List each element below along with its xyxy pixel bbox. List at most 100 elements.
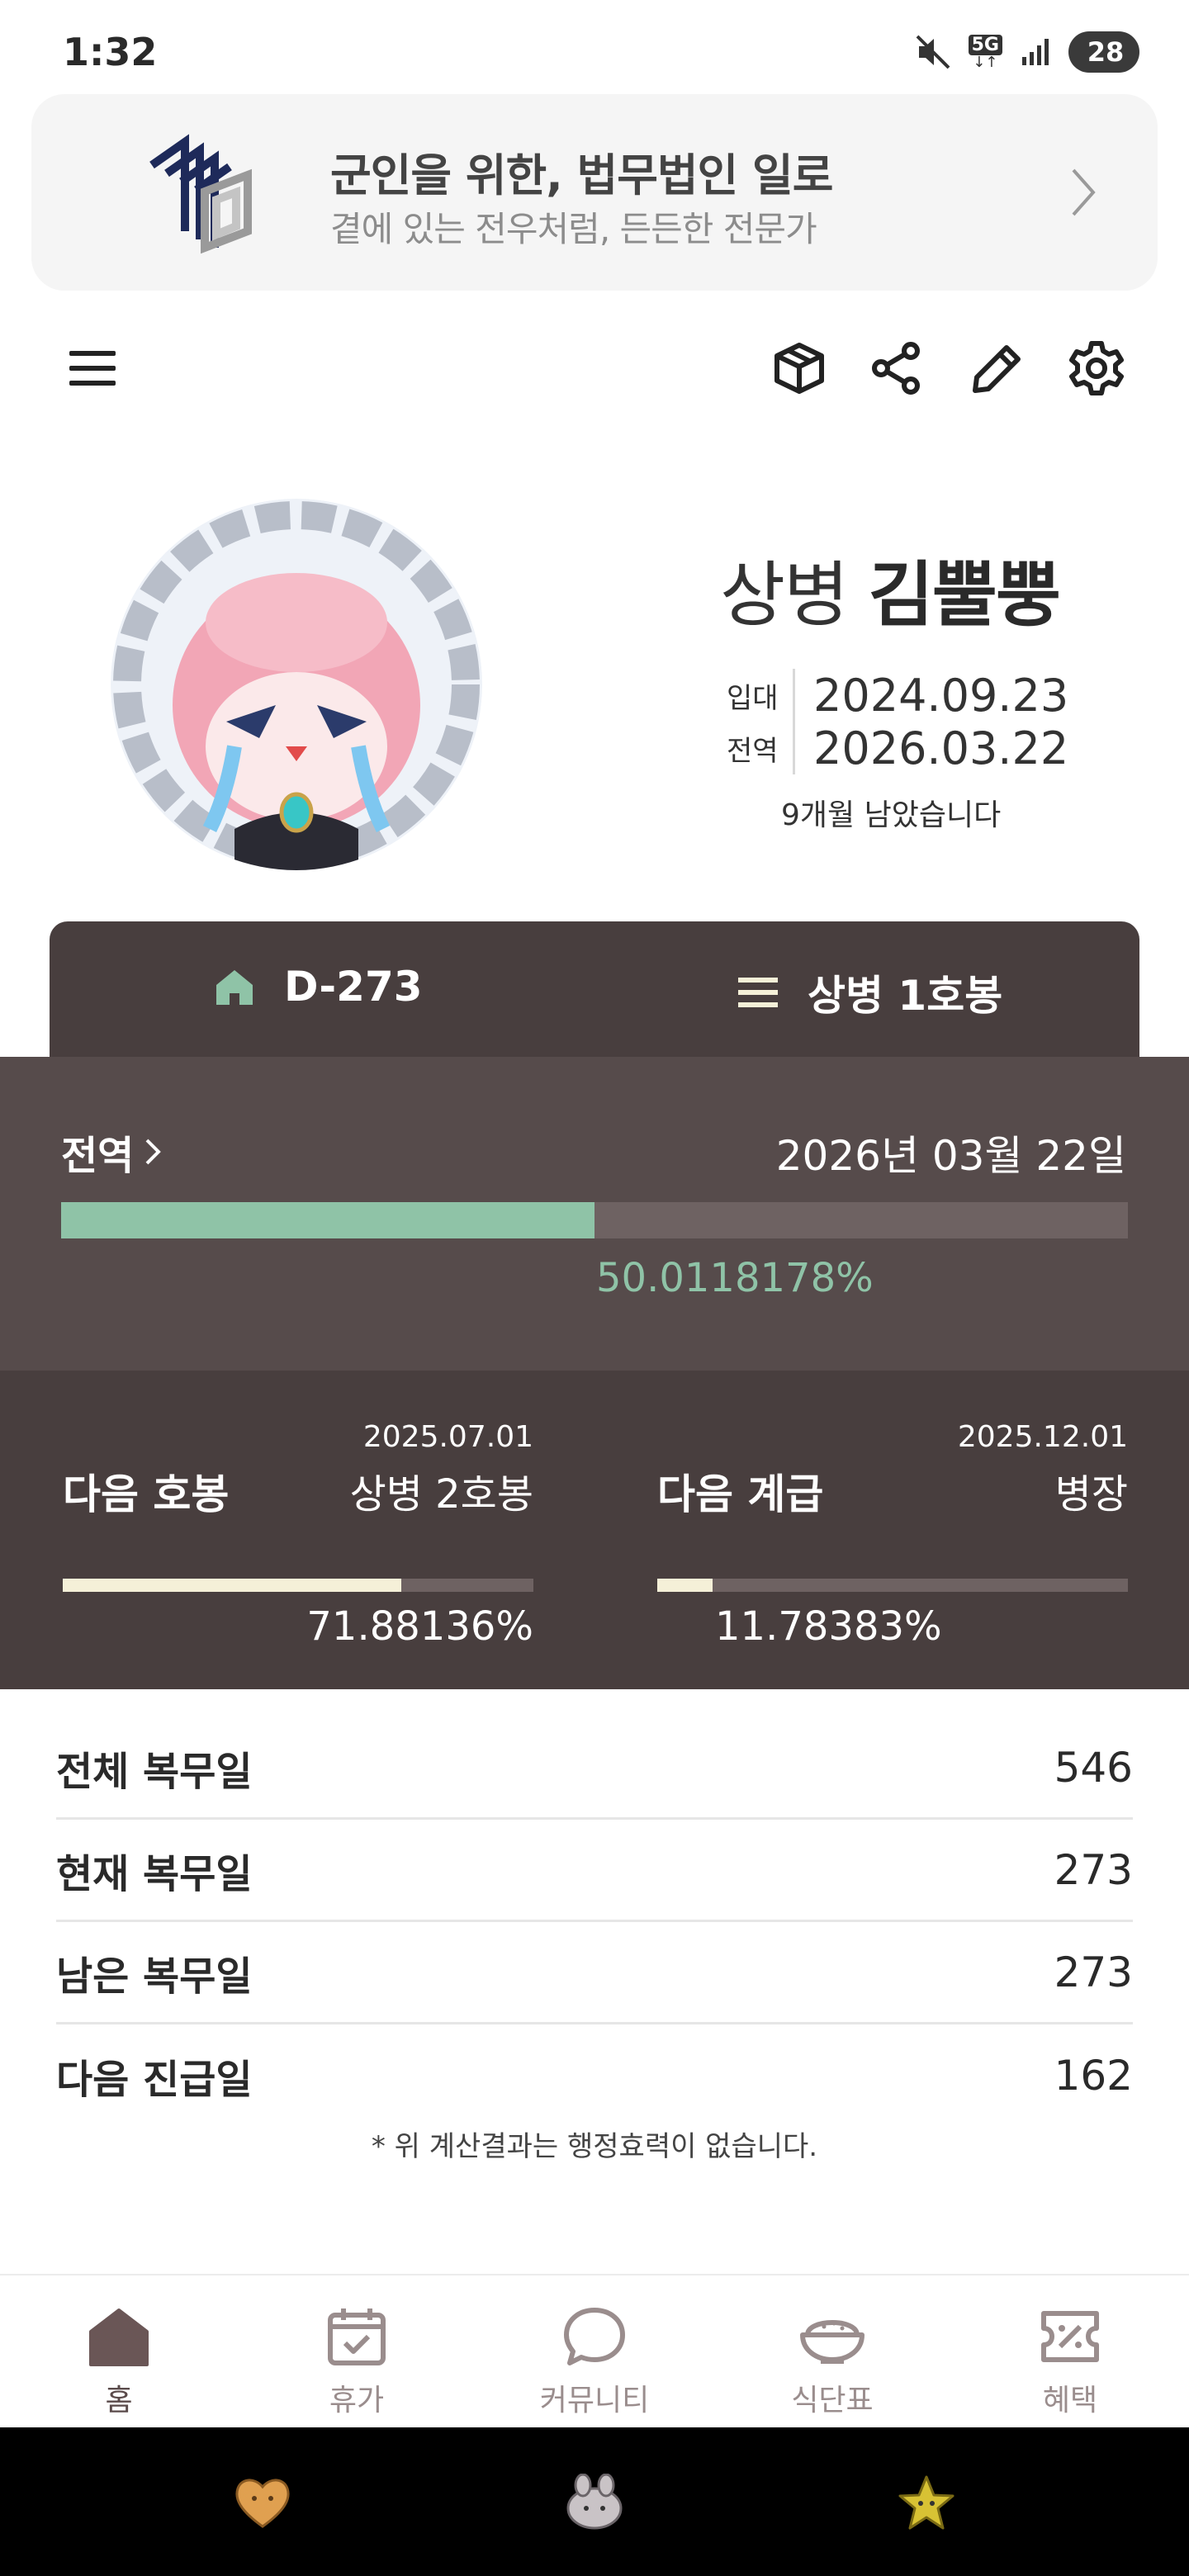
service-stats: 전체 복무일 546 현재 복무일 273 남은 복무일 273 다음 진급일 … xyxy=(56,1717,1133,2127)
profile-avatar[interactable] xyxy=(111,499,482,870)
chat-bubble-icon xyxy=(564,2308,625,2365)
next-step-progress-fill xyxy=(63,1579,401,1592)
stat-value: 162 xyxy=(1054,2052,1133,2100)
dday-text: D-273 xyxy=(284,963,423,1011)
stat-label: 다음 진급일 xyxy=(56,2057,253,2103)
enlist-label: 입대 xyxy=(727,681,779,715)
star-icon[interactable] xyxy=(895,2474,958,2531)
network-label: 5G xyxy=(968,34,1002,55)
home-icon xyxy=(216,970,253,1005)
discharge-link-label: 전역 xyxy=(61,1133,135,1179)
stat-label: 전체 복무일 xyxy=(56,1748,253,1795)
coupon-icon xyxy=(1041,2311,1099,2362)
next-rank-label: 다음 계급 xyxy=(657,1470,824,1518)
menu-icon xyxy=(69,351,116,386)
toolbar xyxy=(0,322,1189,413)
disclaimer: * 위 계산결과는 행정효력이 없습니다. xyxy=(371,2130,818,2163)
status-icons: 5G ↓↑ 28 xyxy=(914,31,1139,73)
next-rank-progress-fill xyxy=(657,1579,713,1592)
discharge-link[interactable]: 전역 xyxy=(61,1123,163,1181)
chevron-right-icon xyxy=(1072,168,1096,216)
status-time: 1:32 xyxy=(63,30,158,74)
law-firm-logo xyxy=(149,134,252,254)
signal-icon xyxy=(1022,39,1049,65)
nav-item-vacation[interactable]: 휴가 xyxy=(238,2275,476,2427)
bunny-icon[interactable] xyxy=(563,2474,626,2531)
next-rank-percent: 11.78383% xyxy=(715,1603,942,1650)
edit-button[interactable] xyxy=(966,337,1029,400)
nav-item-community[interactable]: 커뮤니티 xyxy=(476,2275,713,2427)
tab-grade[interactable]: 상병 1호봉 xyxy=(737,963,1002,1022)
next-step-block: 2025.07.01 다음 호봉 상병 2호봉 71.88136% xyxy=(63,1420,533,1650)
next-rank-date: 2025.12.01 xyxy=(957,1420,1128,1454)
discharge-panel: 전역 2026년 03월 22일 50.0118178% xyxy=(0,1057,1189,1371)
rank-and-name: 상병 김뿔뿡 xyxy=(720,537,1061,640)
discharge-date: 2026.03.22 xyxy=(813,722,1069,774)
nav-label: 휴가 xyxy=(329,2384,385,2417)
nav-label: 식단표 xyxy=(791,2384,874,2417)
grade-text: 상병 1호봉 xyxy=(808,972,1003,1020)
status-bar: 1:32 5G ↓↑ 28 xyxy=(0,0,1189,91)
next-step-target: 상병 2호봉 xyxy=(349,1471,533,1518)
next-rank-target: 병장 xyxy=(1054,1471,1128,1518)
stat-label: 남은 복무일 xyxy=(56,1953,253,2000)
next-rank-block: 2025.12.01 다음 계급 병장 11.78383% xyxy=(657,1420,1128,1650)
discharge-full-date: 2026년 03월 22일 xyxy=(775,1132,1126,1180)
stat-row-remaining: 남은 복무일 273 xyxy=(56,1922,1133,2024)
calendar-icon xyxy=(328,2308,386,2365)
banner-subtitle: 곁에 있는 전우처럼, 든든한 전문가 xyxy=(330,209,817,249)
rank-text: 상병 xyxy=(720,554,849,637)
divider xyxy=(793,722,795,774)
promotion-panel: 2025.07.01 다음 호봉 상병 2호봉 71.88136% 2025.1… xyxy=(0,1371,1189,1689)
battery-indicator: 28 xyxy=(1068,31,1139,73)
next-step-percent: 71.88136% xyxy=(306,1603,533,1650)
home-icon xyxy=(89,2308,149,2366)
tab-dday[interactable]: D-273 xyxy=(213,963,423,1011)
rice-bowl-icon xyxy=(800,2320,865,2364)
stat-row-current: 현재 복무일 273 xyxy=(56,1820,1133,1922)
enlist-row: 입대 2024.09.23 xyxy=(727,669,1068,722)
share-icon xyxy=(872,342,920,395)
heart-icon[interactable] xyxy=(231,2474,294,2531)
box-button[interactable] xyxy=(768,337,831,400)
enlist-date: 2024.09.23 xyxy=(813,669,1069,722)
discharge-progress-fill xyxy=(61,1202,595,1238)
soldier-name: 김뿔뿡 xyxy=(868,554,1061,637)
data-arrows-icon: ↓↑ xyxy=(973,53,998,71)
stat-label: 현재 복무일 xyxy=(56,1850,253,1897)
summary-tabs: D-273 상병 1호봉 xyxy=(50,921,1139,1060)
discharge-percent: 50.0118178% xyxy=(596,1255,874,1301)
next-step-date: 2025.07.01 xyxy=(362,1420,533,1454)
next-rank-progress-bar xyxy=(657,1579,1128,1592)
remaining-text: 9개월 남았습니다 xyxy=(781,798,1002,832)
next-step-progress-bar xyxy=(63,1579,533,1592)
nav-item-menu[interactable]: 식단표 xyxy=(713,2275,951,2427)
nav-label: 커뮤니티 xyxy=(539,2384,650,2417)
avatar-image xyxy=(111,499,482,870)
discharge-row: 전역 2026.03.22 xyxy=(727,722,1068,774)
nav-item-home[interactable]: 홈 xyxy=(0,2275,238,2427)
next-step-label: 다음 호봉 xyxy=(63,1470,230,1518)
banner-title: 군인을 위한, 법무법인 일로 xyxy=(330,149,833,201)
nav-label: 홈 xyxy=(105,2384,133,2417)
pencil-icon xyxy=(973,345,1021,393)
ad-banner[interactable]: 군인을 위한, 법무법인 일로 곁에 있는 전우처럼, 든든한 전문가 xyxy=(31,94,1158,291)
bottom-nav: 홈 휴가 커뮤니티 식단표 혜택 xyxy=(0,2274,1189,2427)
service-dates: 입대 2024.09.23 전역 2026.03.22 xyxy=(727,669,1068,774)
share-button[interactable] xyxy=(865,337,928,400)
settings-button[interactable] xyxy=(1065,337,1128,400)
stat-value: 273 xyxy=(1054,1948,1133,1996)
menu-button[interactable] xyxy=(61,337,124,400)
stat-row-total: 전체 복무일 546 xyxy=(56,1717,1133,1820)
nav-label: 혜택 xyxy=(1042,2384,1098,2417)
discharge-progress-bar xyxy=(61,1202,1128,1238)
network-5g-icon: 5G ↓↑ xyxy=(968,34,1002,71)
stat-value: 273 xyxy=(1054,1845,1133,1894)
box-icon xyxy=(775,343,824,394)
divider xyxy=(793,669,795,722)
stat-row-next-payday: 다음 진급일 162 xyxy=(56,2024,1133,2127)
gear-icon xyxy=(1069,341,1124,395)
discharge-label: 전역 xyxy=(727,734,779,768)
system-nav-bar xyxy=(0,2427,1189,2576)
nav-item-benefits[interactable]: 혜택 xyxy=(951,2275,1189,2427)
